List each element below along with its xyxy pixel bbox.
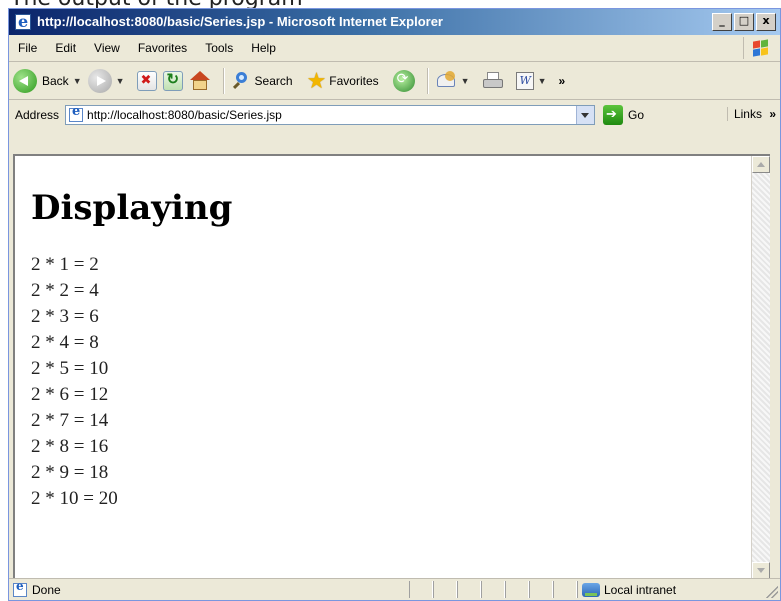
menu-favorites[interactable]: Favorites bbox=[129, 41, 196, 55]
toolbar-separator bbox=[222, 67, 225, 94]
back-label: Back bbox=[42, 73, 69, 88]
windows-logo-icon bbox=[743, 37, 774, 59]
edit-dropdown-icon[interactable]: ▼ bbox=[538, 76, 547, 86]
series-line: 2 * 3 = 6 bbox=[31, 306, 99, 327]
search-icon bbox=[231, 71, 251, 91]
home-icon[interactable] bbox=[189, 70, 211, 91]
series-line: 2 * 4 = 8 bbox=[31, 332, 99, 353]
ie-logo-icon bbox=[15, 9, 31, 35]
status-pane bbox=[457, 581, 481, 598]
search-button[interactable]: Search bbox=[231, 71, 293, 91]
back-button[interactable]: Back ▼ bbox=[13, 68, 82, 93]
series-line: 2 * 6 = 12 bbox=[31, 384, 109, 405]
back-arrow-icon bbox=[13, 68, 37, 93]
word-edit-icon bbox=[515, 71, 534, 90]
menu-file[interactable]: File bbox=[9, 41, 46, 55]
menu-view[interactable]: View bbox=[85, 41, 129, 55]
page-viewport: Displaying 2 * 1 = 2 2 * 2 = 4 2 * 3 = 6… bbox=[13, 154, 770, 579]
address-label: Address bbox=[15, 108, 60, 122]
address-dropdown-icon[interactable] bbox=[576, 106, 595, 124]
status-pane bbox=[505, 581, 529, 598]
zone-label: Local intranet bbox=[604, 582, 677, 597]
forward-dropdown-icon[interactable]: ▼ bbox=[116, 76, 125, 86]
title-bar[interactable]: http://localhost:8080/basic/Series.jsp -… bbox=[9, 9, 780, 35]
status-pane bbox=[481, 581, 505, 598]
address-input[interactable]: http://localhost:8080/basic/Series.jsp bbox=[65, 104, 596, 125]
status-text: Done bbox=[32, 582, 61, 597]
search-label: Search bbox=[254, 73, 293, 88]
page-icon bbox=[69, 104, 84, 122]
status-pane bbox=[433, 581, 457, 598]
window-title: http://localhost:8080/basic/Series.jsp -… bbox=[37, 14, 443, 29]
menu-help[interactable]: Help bbox=[242, 41, 285, 55]
series-line: 2 * 9 = 18 bbox=[31, 462, 109, 483]
favorites-button[interactable]: ★ Favorites bbox=[306, 67, 379, 93]
maximize-button[interactable]: □ bbox=[734, 13, 754, 31]
favorites-label: Favorites bbox=[329, 73, 379, 88]
scroll-up-button[interactable] bbox=[752, 156, 770, 173]
status-pane bbox=[553, 581, 577, 598]
intranet-zone-icon bbox=[582, 582, 600, 597]
print-icon[interactable] bbox=[482, 71, 504, 91]
address-bar: Address http://localhost:8080/basic/Seri… bbox=[9, 101, 780, 129]
standard-toolbar: Back ▼ ▼ Search ★ Favorites bbox=[9, 62, 780, 100]
toolbar-separator bbox=[426, 67, 429, 94]
menu-bar: File Edit View Favorites Tools Help bbox=[9, 35, 780, 62]
series-line: 2 * 1 = 2 bbox=[31, 254, 99, 275]
vertical-scrollbar[interactable] bbox=[751, 156, 770, 579]
browser-window: http://localhost:8080/basic/Series.jsp -… bbox=[8, 8, 781, 601]
forward-arrow-icon bbox=[87, 68, 112, 93]
menu-tools[interactable]: Tools bbox=[196, 41, 242, 55]
media-icon[interactable] bbox=[392, 69, 415, 92]
series-line: 2 * 5 = 10 bbox=[31, 358, 109, 379]
address-url: http://localhost:8080/basic/Series.jsp bbox=[87, 108, 282, 122]
go-button[interactable]: Go bbox=[603, 105, 644, 125]
refresh-icon[interactable] bbox=[162, 70, 183, 91]
menu-edit[interactable]: Edit bbox=[46, 41, 85, 55]
page-done-icon bbox=[13, 579, 27, 597]
edit-button[interactable]: ▼ bbox=[515, 71, 547, 90]
series-line: 2 * 10 = 20 bbox=[31, 488, 118, 509]
links-overflow-chevron: » bbox=[769, 107, 776, 121]
mail-icon bbox=[435, 70, 457, 91]
go-label: Go bbox=[628, 108, 645, 122]
page-content: Displaying 2 * 1 = 2 2 * 2 = 4 2 * 3 = 6… bbox=[31, 156, 750, 579]
page-heading: Displaying bbox=[31, 188, 233, 228]
series-line: 2 * 8 = 16 bbox=[31, 436, 109, 457]
go-arrow-icon bbox=[603, 105, 624, 125]
stop-icon[interactable] bbox=[136, 70, 157, 91]
minimize-button[interactable]: _ bbox=[712, 13, 732, 31]
back-dropdown-icon[interactable]: ▼ bbox=[73, 76, 82, 86]
caption-text: The output of the program bbox=[10, 0, 303, 8]
star-icon: ★ bbox=[306, 67, 327, 93]
series-list: 2 * 1 = 2 2 * 2 = 4 2 * 3 = 6 2 * 4 = 8 … bbox=[31, 252, 750, 512]
links-button[interactable]: Links » bbox=[726, 107, 776, 121]
scroll-down-button[interactable] bbox=[752, 562, 770, 579]
security-zone: Local intranet bbox=[577, 581, 676, 598]
close-button[interactable]: x bbox=[756, 13, 776, 31]
window-controls: _ □ x bbox=[712, 13, 776, 31]
resize-grip-icon[interactable] bbox=[766, 586, 778, 598]
links-label: Links bbox=[733, 107, 762, 121]
series-line: 2 * 2 = 4 bbox=[31, 280, 99, 301]
status-pane bbox=[529, 581, 553, 598]
forward-button[interactable]: ▼ bbox=[87, 68, 125, 93]
status-bar: Done Local intranet bbox=[9, 578, 780, 600]
mail-dropdown-icon[interactable]: ▼ bbox=[461, 76, 470, 86]
mail-button[interactable]: ▼ bbox=[435, 70, 470, 91]
toolbar-overflow-chevron[interactable]: » bbox=[559, 74, 566, 88]
series-line: 2 * 7 = 14 bbox=[31, 410, 109, 431]
status-panes bbox=[409, 581, 577, 598]
status-pane bbox=[409, 581, 433, 598]
